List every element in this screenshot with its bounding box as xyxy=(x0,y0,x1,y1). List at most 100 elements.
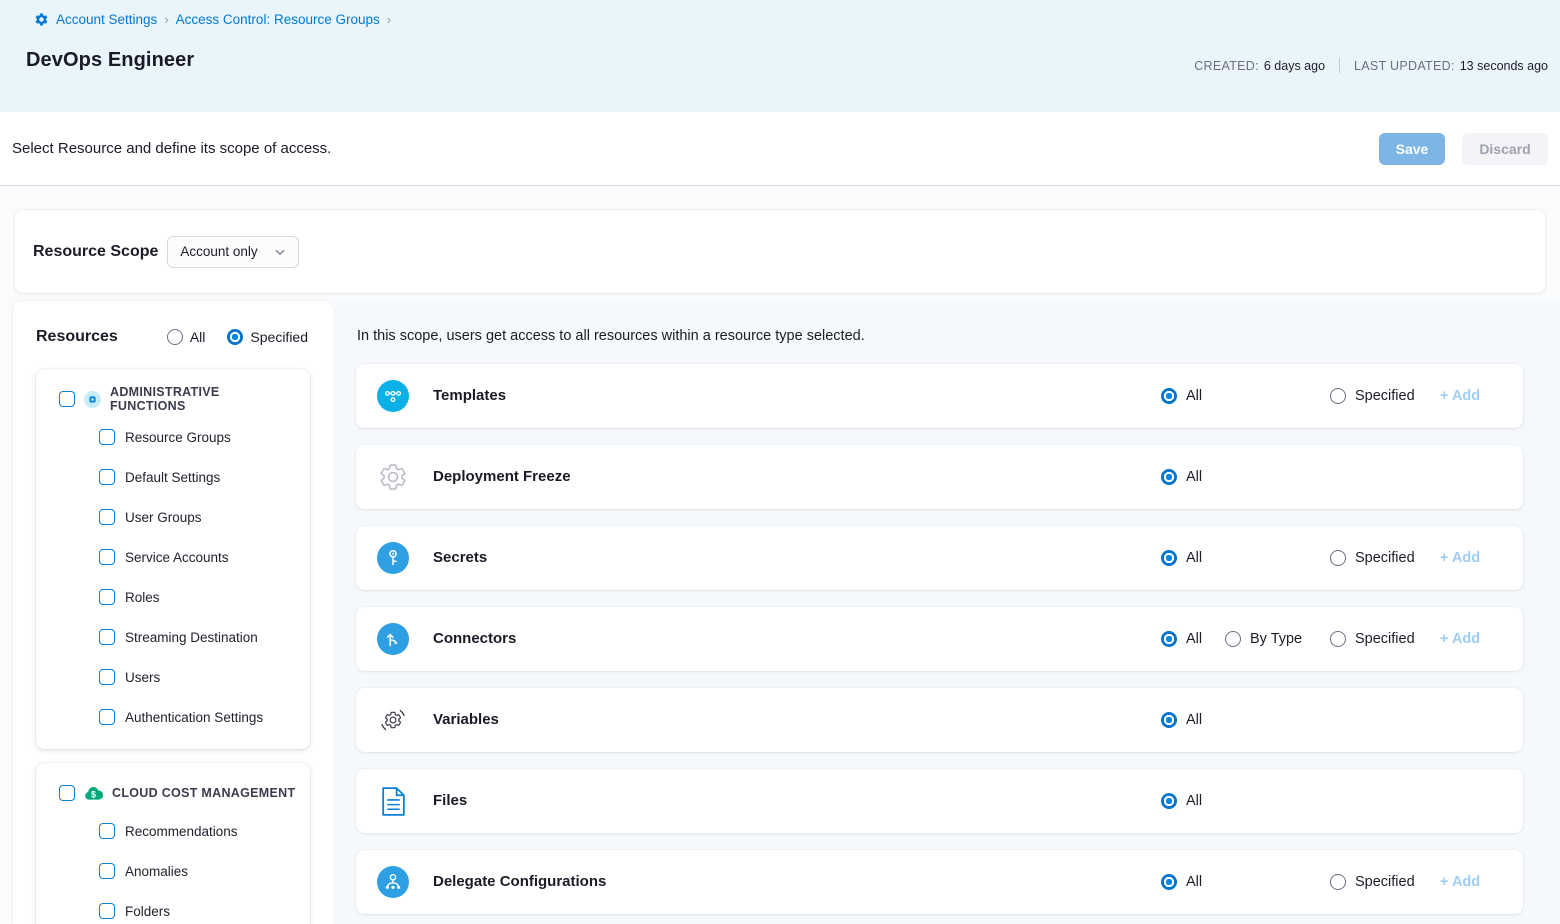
chevron-right-icon: › xyxy=(387,12,391,27)
resources-mode-all[interactable]: All xyxy=(167,329,206,345)
svg-text:$: $ xyxy=(91,789,96,799)
breadcrumb-resource-groups[interactable]: Access Control: Resource Groups xyxy=(176,12,380,27)
discard-button[interactable]: Discard xyxy=(1462,133,1548,165)
resource-rows: TemplatesAllSpecified+ AddDeployment Fre… xyxy=(356,364,1560,914)
resource-row-label: Delegate Configurations xyxy=(433,850,606,914)
resource-group-card-administrative-functions: ADMINISTRATIVE FUNCTIONS Resource GroupsD… xyxy=(36,369,310,749)
radio-icon[interactable] xyxy=(1330,550,1346,566)
resource-row-connectors: Connectors All By Type Specified + Add xyxy=(356,607,1523,671)
checkbox[interactable] xyxy=(99,509,115,525)
cloud-cost-icon: $ xyxy=(84,786,103,801)
option-label: By Type xyxy=(1250,631,1302,647)
sidebar-item-anomalies[interactable]: Anomalies xyxy=(36,851,310,891)
option-label: All xyxy=(1186,469,1202,485)
radio-icon[interactable] xyxy=(1330,631,1346,647)
add-button[interactable]: + Add xyxy=(1440,388,1480,404)
resources-mode-specified[interactable]: Specified xyxy=(227,329,308,345)
sidebar-item-label: Recommendations xyxy=(125,824,238,839)
resource-row-label: Templates xyxy=(433,364,506,428)
checkbox[interactable] xyxy=(59,785,75,801)
sidebar-item-label: Users xyxy=(125,670,160,685)
option-label: All xyxy=(1186,388,1202,404)
radio-icon[interactable] xyxy=(1161,712,1177,728)
radio-icon[interactable] xyxy=(227,329,243,345)
sidebar-item-streaming-destination[interactable]: Streaming Destination xyxy=(36,617,310,657)
sidebar-item-folders[interactable]: Folders xyxy=(36,891,310,924)
sidebar-item-label: Anomalies xyxy=(125,864,188,879)
sidebar-item-roles[interactable]: Roles xyxy=(36,577,310,617)
sidebar-item-authentication-settings[interactable]: Authentication Settings xyxy=(36,697,310,737)
deployment-freeze-icon xyxy=(377,461,409,493)
checkbox[interactable] xyxy=(99,469,115,485)
sidebar-item-resource-groups[interactable]: Resource Groups xyxy=(36,417,310,457)
checkbox[interactable] xyxy=(99,429,115,445)
sidebar-item-users[interactable]: Users xyxy=(36,657,310,697)
toolbar-description: Select Resource and define its scope of … xyxy=(12,140,331,157)
option-all[interactable]: All xyxy=(1161,388,1202,404)
sidebar-item-service-accounts[interactable]: Service Accounts xyxy=(36,537,310,577)
created-label: CREATED: xyxy=(1194,59,1259,73)
resource-groups-list: ADMINISTRATIVE FUNCTIONS Resource GroupsD… xyxy=(13,369,333,924)
radio-icon[interactable] xyxy=(1161,631,1177,647)
scope-description: In this scope, users get access to all r… xyxy=(357,328,1560,344)
meta-divider xyxy=(1339,58,1340,73)
add-button[interactable]: + Add xyxy=(1440,550,1480,566)
save-button[interactable]: Save xyxy=(1379,133,1445,165)
checkbox[interactable] xyxy=(99,863,115,879)
radio-icon[interactable] xyxy=(1225,631,1241,647)
radio-icon[interactable] xyxy=(167,329,183,345)
page-header: Account Settings › Access Control: Resou… xyxy=(0,0,1560,112)
option-all[interactable]: All xyxy=(1161,631,1202,647)
radio-icon[interactable] xyxy=(1161,793,1177,809)
sidebar-item-label: Service Accounts xyxy=(125,550,229,565)
secrets-icon xyxy=(377,542,409,574)
resource-row-secrets: SecretsAllSpecified+ Add xyxy=(356,526,1523,590)
sidebar-item-default-settings[interactable]: Default Settings xyxy=(36,457,310,497)
option-all[interactable]: All xyxy=(1161,874,1202,890)
breadcrumb: Account Settings › Access Control: Resou… xyxy=(34,12,1548,27)
option-all[interactable]: All xyxy=(1161,469,1202,485)
checkbox[interactable] xyxy=(99,823,115,839)
resources-mode-specified-label: Specified xyxy=(250,329,308,345)
add-button[interactable]: + Add xyxy=(1440,631,1480,647)
action-toolbar: Select Resource and define its scope of … xyxy=(0,112,1560,186)
radio-icon[interactable] xyxy=(1330,388,1346,404)
option-specified[interactable]: Specified xyxy=(1330,550,1415,566)
add-button[interactable]: + Add xyxy=(1440,874,1480,890)
radio-icon[interactable] xyxy=(1161,874,1177,890)
radio-icon[interactable] xyxy=(1161,469,1177,485)
resource-scope-label: Resource Scope xyxy=(33,243,158,261)
checkbox[interactable] xyxy=(99,629,115,645)
last-updated-label: LAST UPDATED: xyxy=(1354,59,1455,73)
resource-row-label: Connectors xyxy=(433,607,516,671)
checkbox[interactable] xyxy=(59,391,75,407)
option-specified[interactable]: Specified xyxy=(1330,874,1415,890)
sidebar-item-recommendations[interactable]: Recommendations xyxy=(36,811,310,851)
breadcrumb-account-settings[interactable]: Account Settings xyxy=(56,12,157,27)
checkbox[interactable] xyxy=(99,589,115,605)
resource-row-delegate-configurations: Delegate Configurations All Specified + Add xyxy=(356,850,1523,914)
option-all[interactable]: All xyxy=(1161,793,1202,809)
option-all[interactable]: All xyxy=(1161,550,1202,566)
checkbox[interactable] xyxy=(99,709,115,725)
option-label: All xyxy=(1186,631,1202,647)
chevron-right-icon: › xyxy=(164,12,168,27)
group-label: ADMINISTRATIVE FUNCTIONS xyxy=(110,385,298,413)
sidebar-item-label: Folders xyxy=(125,904,170,919)
radio-icon[interactable] xyxy=(1330,874,1346,890)
option-by-type[interactable]: By Type xyxy=(1225,631,1302,647)
checkbox[interactable] xyxy=(99,903,115,919)
resource-scope-select[interactable]: Account only xyxy=(167,236,298,268)
resource-scope-card: Resource Scope Account only xyxy=(15,210,1545,293)
checkbox[interactable] xyxy=(99,549,115,565)
radio-icon[interactable] xyxy=(1161,550,1177,566)
option-specified[interactable]: Specified xyxy=(1330,631,1415,647)
option-specified[interactable]: Specified xyxy=(1330,388,1415,404)
admin-functions-icon xyxy=(84,391,101,408)
resource-row-label: Variables xyxy=(433,688,499,752)
checkbox[interactable] xyxy=(99,669,115,685)
radio-icon[interactable] xyxy=(1161,388,1177,404)
option-all[interactable]: All xyxy=(1161,712,1202,728)
option-label: Specified xyxy=(1355,874,1415,890)
sidebar-item-user-groups[interactable]: User Groups xyxy=(36,497,310,537)
